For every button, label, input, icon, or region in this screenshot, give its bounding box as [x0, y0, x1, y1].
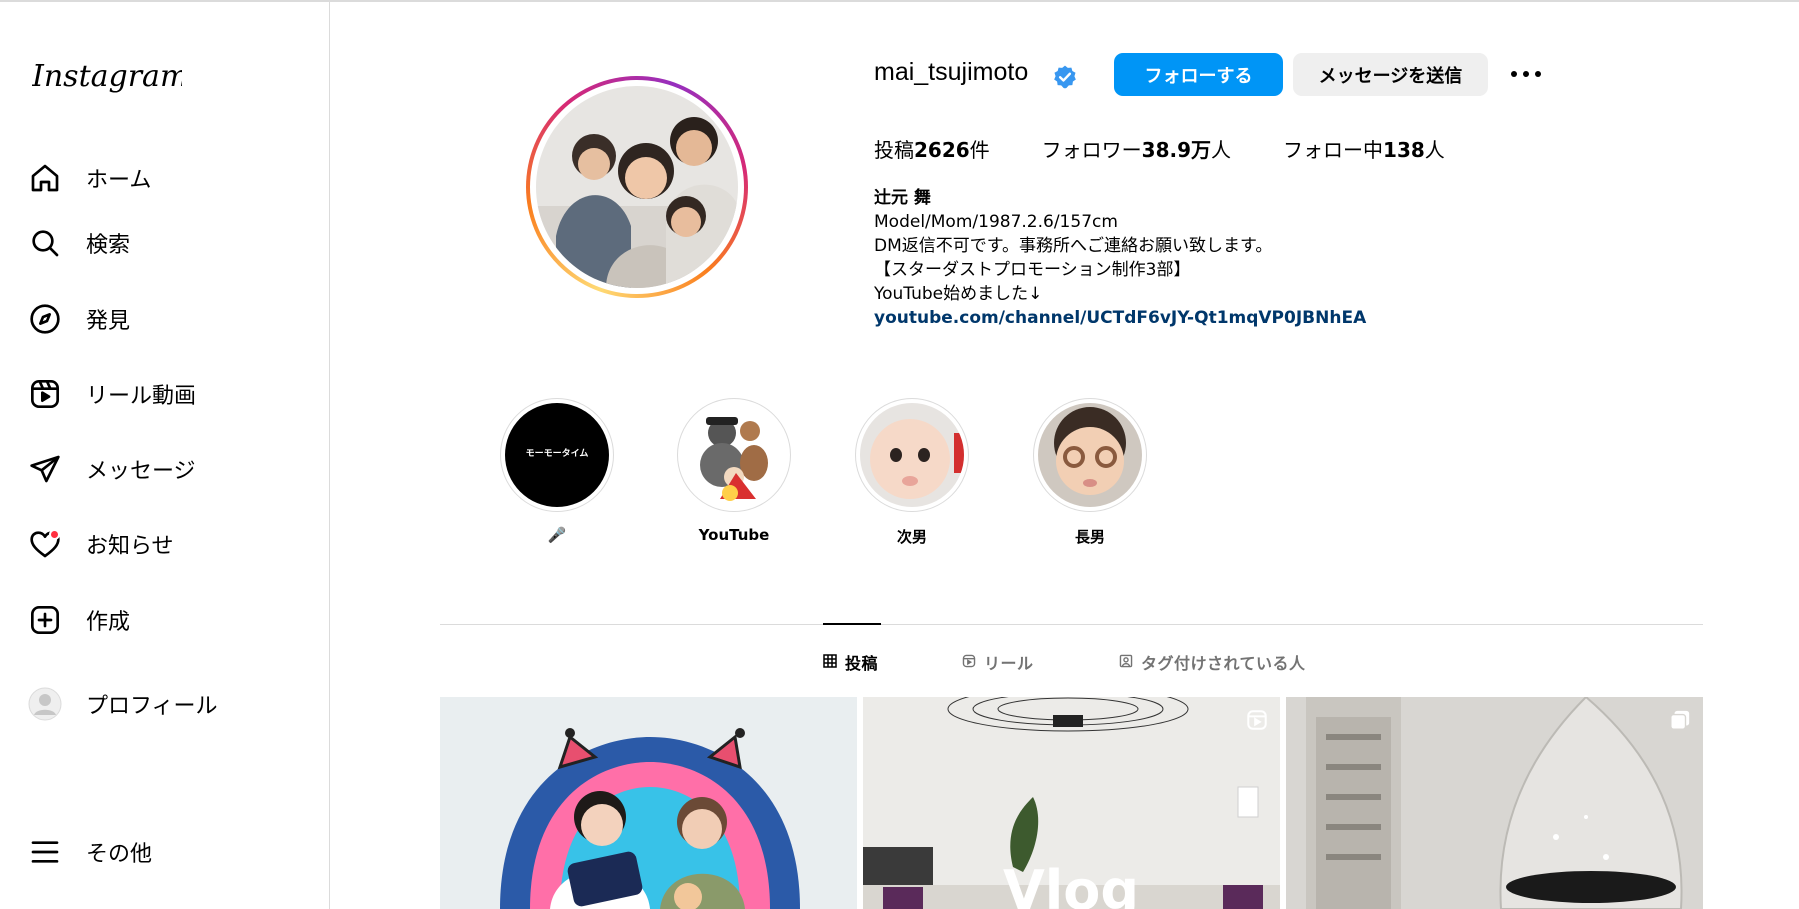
sidebar-item-explore[interactable]: 発見 — [28, 295, 308, 343]
sidebar-item-label: リール動画 — [86, 384, 197, 409]
svg-text:Instagram: Instagram — [32, 59, 182, 94]
tabs-divider — [440, 624, 1703, 625]
highlight-cover — [860, 403, 964, 507]
sidebar-item-label: 検索 — [86, 233, 131, 258]
highlight-label: 次男 — [896, 528, 927, 546]
highlight-label: YouTube — [698, 526, 770, 544]
reels-small-icon — [962, 653, 984, 672]
sidebar-item-label: 作成 — [86, 610, 131, 635]
follow-button[interactable]: フォローする — [1114, 53, 1283, 96]
sidebar-item-messages[interactable]: メッセージ — [28, 445, 308, 493]
tab-label: リール — [984, 654, 1034, 673]
home-icon — [28, 161, 62, 195]
reels-icon — [28, 377, 62, 411]
highlight-item[interactable]: 次男 — [854, 398, 970, 547]
verified-badge-icon — [1052, 64, 1078, 90]
instagram-logo[interactable]: Instagram — [31, 52, 188, 102]
sidebar: Instagram ホーム 検索 発見 リール動画 メッセージ お知らせ 作成 … — [0, 2, 330, 909]
plus-square-icon — [28, 603, 62, 637]
following-count[interactable]: フォロー中138人 — [1283, 134, 1445, 163]
post-thumbnail[interactable] — [1286, 697, 1703, 909]
grid-icon — [823, 653, 845, 672]
send-icon — [28, 452, 62, 486]
highlight-cover — [682, 403, 786, 507]
sidebar-item-notifications[interactable]: お知らせ — [28, 520, 308, 568]
reel-indicator-icon — [1246, 709, 1268, 735]
send-message-button[interactable]: メッセージを送信 — [1293, 53, 1488, 96]
bio-line: DM返信不可です。事務所へご連絡お願い致します。 — [874, 236, 1273, 256]
tab-tagged[interactable]: タグ付けされている人 — [1119, 650, 1306, 674]
tab-posts[interactable]: 投稿 — [823, 650, 878, 674]
notification-dot — [49, 529, 60, 540]
profile-full-name: 辻元 舞 — [874, 188, 931, 208]
posts-prefix: 投稿 — [874, 138, 914, 162]
post-thumbnail[interactable] — [440, 697, 857, 909]
sidebar-item-label: ホーム — [86, 168, 152, 193]
tab-reels[interactable]: リール — [962, 650, 1034, 674]
highlight-item[interactable]: YouTube — [676, 398, 792, 544]
highlight-item[interactable]: 長男 — [1032, 398, 1148, 547]
sidebar-item-home[interactable]: ホーム — [28, 154, 308, 202]
following-suffix: 人 — [1424, 138, 1445, 162]
heart-icon — [28, 527, 62, 561]
profile-username: mai_tsujimoto — [874, 58, 1029, 86]
sidebar-item-label: その他 — [86, 842, 153, 867]
active-tab-indicator — [823, 623, 881, 625]
sidebar-item-label: 発見 — [86, 309, 131, 334]
followers-suffix: 人 — [1211, 138, 1232, 162]
more-options-icon[interactable] — [1508, 63, 1544, 85]
profile-stats: 投稿2626件 フォロワー38.9万人 フォロー中138人 — [874, 134, 1497, 163]
posts-value: 2626 — [914, 138, 970, 162]
carousel-indicator-icon — [1669, 709, 1691, 735]
highlight-label: 長男 — [1074, 528, 1105, 546]
following-value: 138 — [1383, 138, 1425, 162]
bio-external-link[interactable]: youtube.com/channel/UCTdF6vJY-Qt1mqVP0JB… — [874, 306, 1366, 330]
sidebar-item-create[interactable]: 作成 — [28, 596, 308, 644]
bio-line: 【スターダストプロモーション制作3部】 — [874, 260, 1191, 280]
sidebar-item-search[interactable]: 検索 — [28, 219, 308, 267]
highlight-item[interactable]: モーモータイム 🎤 — [499, 398, 615, 544]
profile-avatar[interactable] — [526, 76, 748, 298]
bio-line: YouTube始めました↓ — [874, 284, 1043, 304]
post-overlay-text: Vlog — [1003, 859, 1139, 909]
tagged-icon — [1119, 653, 1141, 672]
highlight-cover-text: モーモータイム — [525, 449, 589, 459]
highlight-label: 🎤 — [547, 526, 567, 544]
sidebar-item-label: お知らせ — [86, 534, 174, 559]
sidebar-item-profile[interactable]: プロフィール — [28, 680, 308, 728]
compass-icon — [28, 302, 62, 336]
search-icon — [28, 226, 62, 260]
followers-value: 38.9万 — [1141, 138, 1212, 162]
sidebar-item-label: メッセージ — [86, 459, 196, 484]
tab-label: 投稿 — [845, 654, 879, 673]
highlight-cover — [1038, 403, 1142, 507]
profile-photo — [536, 86, 738, 288]
sidebar-item-label: プロフィール — [86, 694, 218, 719]
following-prefix: フォロー中 — [1283, 138, 1384, 162]
sidebar-item-more[interactable]: その他 — [28, 828, 308, 876]
bio-line: Model/Mom/1987.2.6/157cm — [874, 212, 1118, 232]
followers-prefix: フォロワー — [1041, 138, 1142, 162]
tab-label: タグ付けされている人 — [1141, 654, 1306, 673]
profile-bio: 辻元 舞 Model/Mom/1987.2.6/157cm DM返信不可です。事… — [874, 186, 1366, 330]
post-thumbnail[interactable]: Vlog — [863, 697, 1280, 909]
sidebar-item-reels[interactable]: リール動画 — [28, 370, 308, 418]
followers-count[interactable]: フォロワー38.9万人 — [1042, 134, 1231, 163]
profile-avatar-icon — [28, 687, 62, 721]
menu-icon — [28, 835, 62, 869]
posts-suffix: 件 — [969, 138, 990, 162]
posts-count: 投稿2626件 — [874, 134, 990, 163]
